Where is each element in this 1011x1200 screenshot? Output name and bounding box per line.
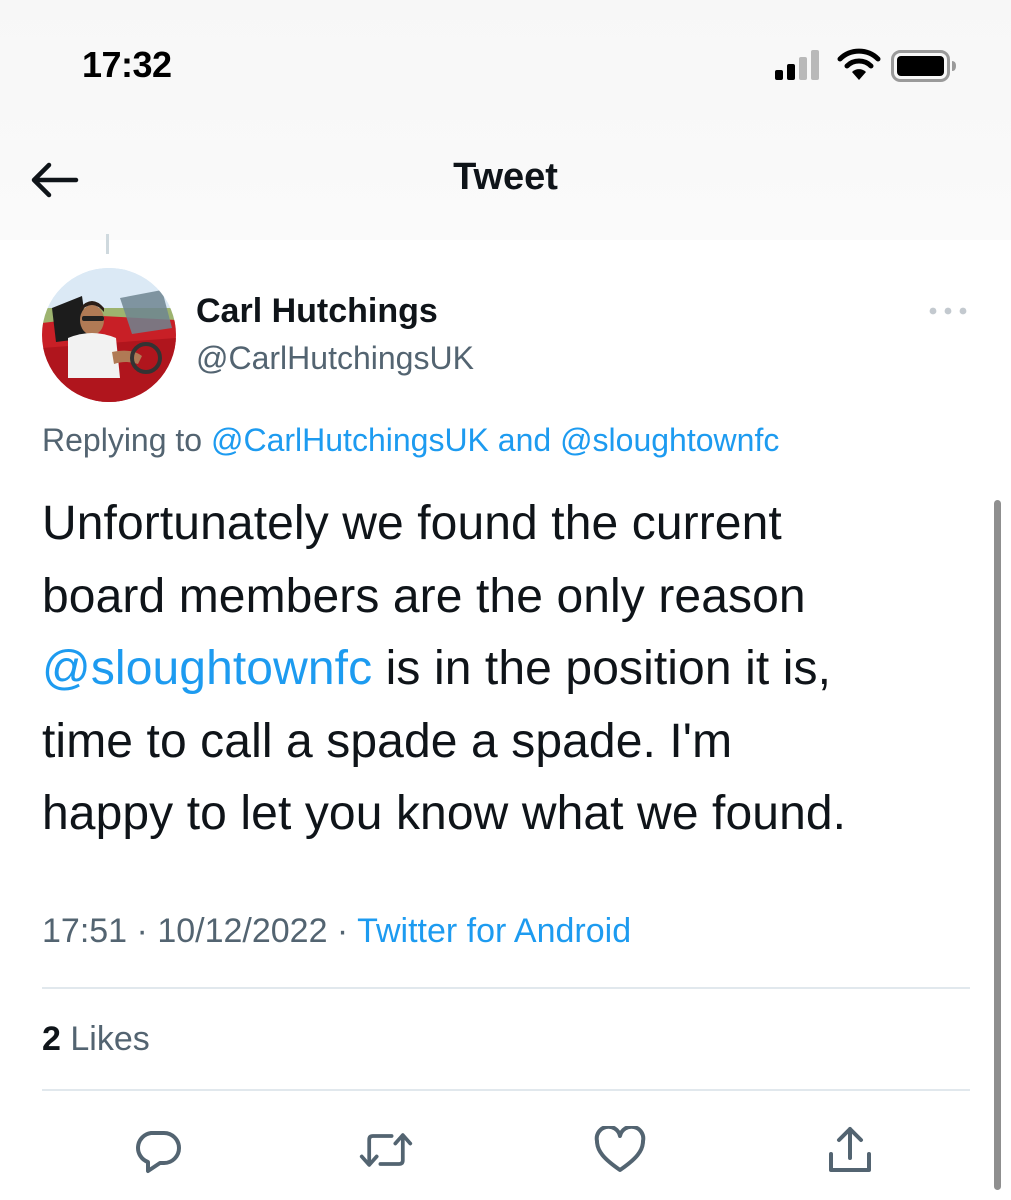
tweet-line: Unfortunately we found the current (42, 497, 782, 550)
top-bar: 17:32 Tweet (0, 0, 1011, 240)
scrollbar[interactable] (994, 500, 1001, 1190)
replying-to: Replying to @CarlHutchingsUK and @slough… (42, 422, 982, 459)
mention-link[interactable]: @sloughtownfc (560, 422, 779, 458)
author-handle[interactable]: @CarlHutchingsUK (196, 340, 474, 377)
heart-icon (594, 1126, 646, 1172)
thread-connector (106, 234, 109, 254)
retweet-button[interactable] (358, 1122, 414, 1178)
mention-link[interactable]: @CarlHutchingsUK (211, 422, 489, 458)
reply-button[interactable] (130, 1122, 186, 1178)
status-icons (775, 48, 965, 84)
tweet-time: 17:51 (42, 912, 128, 950)
more-horizontal-icon (929, 307, 967, 315)
more-options-button[interactable] (924, 296, 972, 326)
like-button[interactable] (592, 1122, 648, 1178)
meta-separator: · (327, 912, 358, 950)
replying-prefix: Replying to (42, 422, 211, 458)
tweet-source-link[interactable]: Twitter for Android (357, 912, 631, 950)
tweet-screen: 17:32 Tweet Carl Hutchings @CarlHutching… (0, 0, 1011, 1200)
replying-conjunction[interactable]: and (489, 422, 560, 458)
wifi-icon (837, 48, 881, 80)
tweet-meta: 17:51 · 10/12/2022 · Twitter for Android (42, 912, 982, 951)
tweet-line: board members are the only reason (42, 569, 806, 623)
avatar-photo (42, 268, 176, 402)
tweet-line: @sloughtownfc is in the position it is, (42, 633, 972, 706)
page-title: Tweet (453, 156, 558, 198)
cellular-signal-icon (775, 50, 819, 80)
likes-label: Likes (60, 1020, 150, 1058)
tweet-line: time to call a spade a spade. I'm (42, 714, 733, 768)
divider (42, 1089, 970, 1091)
avatar[interactable] (42, 268, 176, 402)
status-time: 17:32 (82, 44, 172, 85)
retweet-icon (359, 1133, 413, 1167)
tweet-line: happy to let you know what we found. (42, 787, 847, 840)
likes-stat[interactable]: 2 Likes (42, 1020, 150, 1059)
tweet-text: Unfortunately we found the current board… (42, 488, 972, 851)
divider (42, 987, 970, 989)
meta-separator: · (127, 912, 158, 950)
author-name[interactable]: Carl Hutchings (196, 292, 438, 331)
likes-count: 2 (42, 1020, 61, 1058)
tweet-date: 10/12/2022 (157, 912, 328, 950)
share-button[interactable] (822, 1122, 878, 1178)
share-icon (829, 1127, 871, 1172)
battery-icon (891, 50, 956, 82)
mention-link[interactable]: @sloughtownfc (42, 642, 372, 695)
reply-icon (136, 1131, 181, 1173)
tweet-line-text: is in the position it is, (372, 642, 832, 695)
